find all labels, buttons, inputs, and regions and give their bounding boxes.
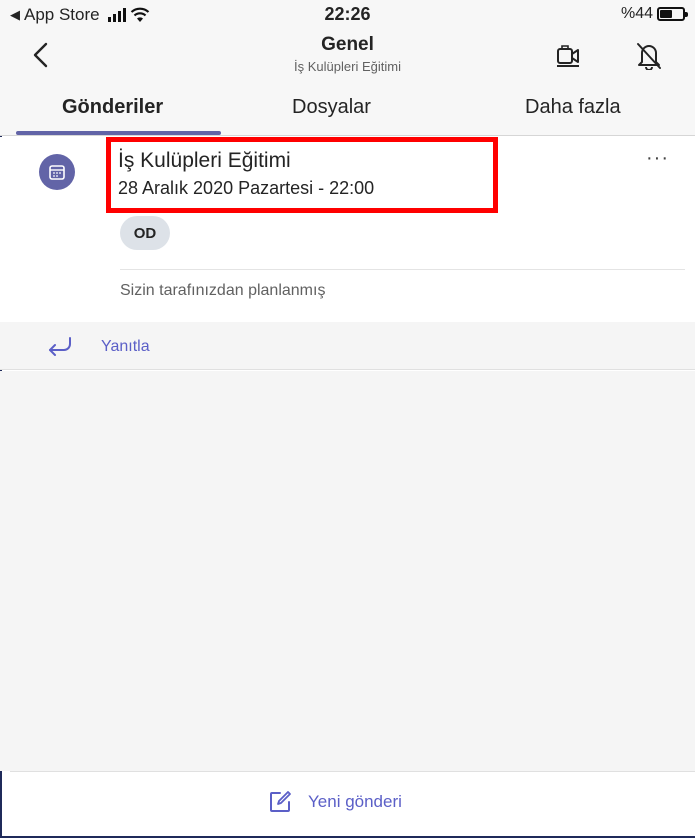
tab-more[interactable]: Daha fazla bbox=[525, 96, 621, 119]
more-options-button[interactable]: ··· bbox=[646, 147, 669, 170]
status-bar: ◀ App Store 22:26 %44 bbox=[0, 0, 695, 28]
channel-title: Genel bbox=[321, 34, 374, 55]
post-divider bbox=[120, 269, 685, 270]
posts-empty-area bbox=[0, 371, 695, 771]
channel-header: Genel İş Kulüpleri Eğitimi bbox=[0, 28, 695, 82]
reply-icon bbox=[49, 337, 71, 356]
active-tab-indicator bbox=[16, 131, 221, 135]
battery-status: %44 bbox=[620, 5, 688, 23]
compose-bar: Yeni gönderi bbox=[10, 771, 695, 836]
bell-off-icon[interactable] bbox=[634, 40, 664, 70]
battery-icon bbox=[657, 7, 688, 21]
compose-icon bbox=[270, 791, 291, 812]
planned-by-label: Sizin tarafınızdan planlanmış bbox=[120, 282, 326, 299]
annotation-highlight-box bbox=[106, 137, 498, 213]
channel-tabs: Gönderiler Dosyalar Daha fazla bbox=[0, 82, 695, 136]
meet-now-video-icon[interactable] bbox=[554, 42, 582, 70]
battery-percent: %44 bbox=[620, 5, 653, 22]
new-post-button[interactable]: Yeni gönderi bbox=[268, 790, 402, 814]
team-name: İş Kulüpleri Eğitimi bbox=[294, 59, 401, 74]
reply-label: Yanıtla bbox=[101, 338, 150, 355]
calendar-icon bbox=[39, 154, 75, 190]
tab-files[interactable]: Dosyalar bbox=[292, 96, 371, 119]
reply-button[interactable]: Yanıtla bbox=[0, 322, 695, 370]
attendee-avatar[interactable]: OD bbox=[120, 216, 170, 250]
meeting-post[interactable]: İş Kulüpleri Eğitimi 28 Aralık 2020 Paza… bbox=[0, 137, 695, 322]
clock: 22:26 bbox=[324, 4, 371, 24]
new-post-label: Yeni gönderi bbox=[308, 792, 402, 811]
tab-posts[interactable]: Gönderiler bbox=[62, 96, 163, 119]
